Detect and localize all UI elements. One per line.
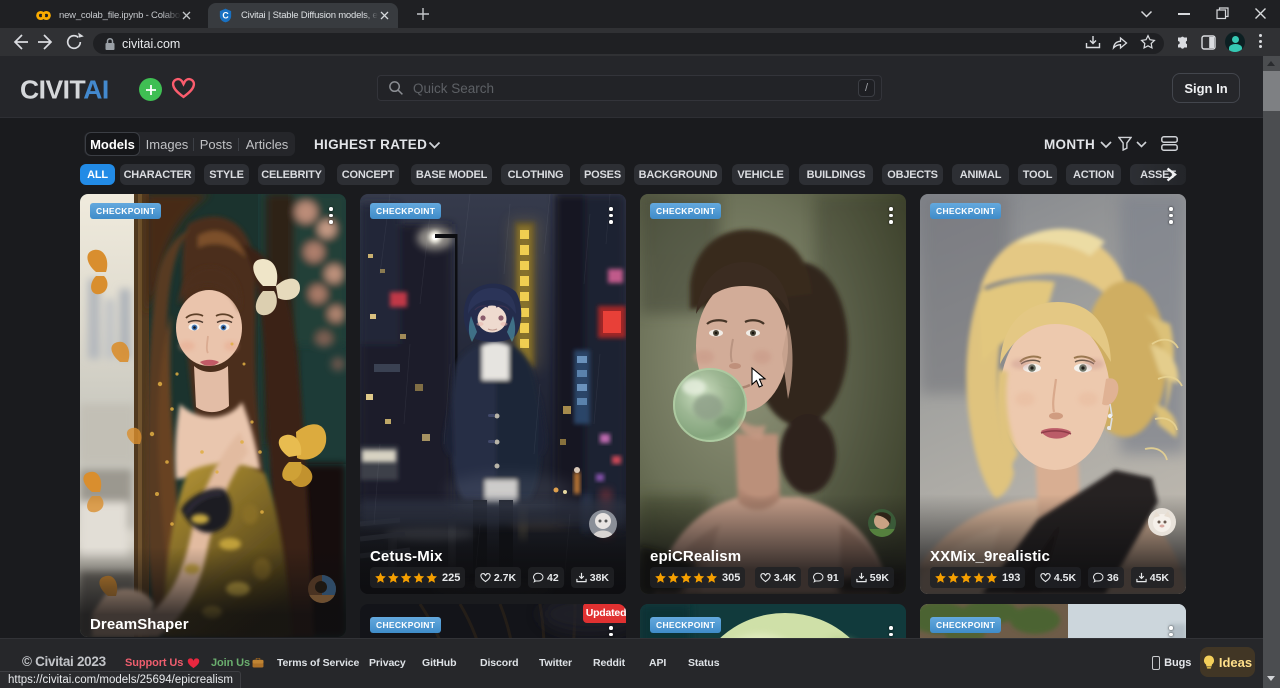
svg-text:C: C <box>222 11 229 21</box>
